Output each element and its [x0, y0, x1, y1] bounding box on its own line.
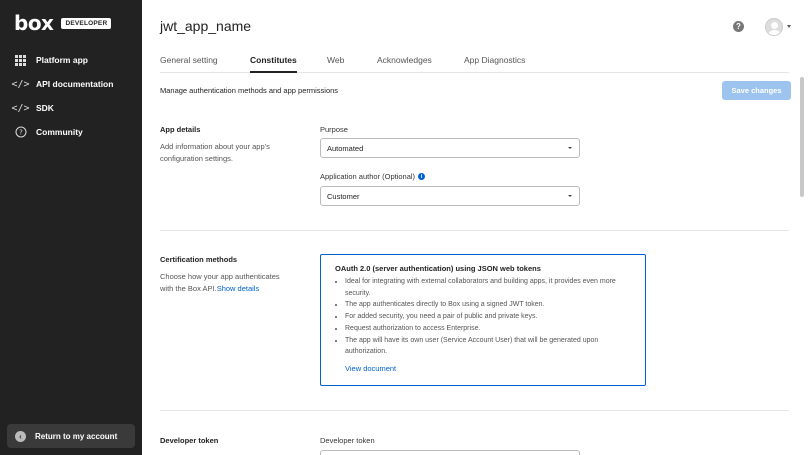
- author-value: Customer: [327, 191, 360, 201]
- divider: [160, 410, 789, 411]
- purpose-label-text: Purpose: [320, 125, 348, 134]
- author-select[interactable]: Customer: [320, 186, 580, 206]
- tab-bar: General setting Constitutes Web Acknowle…: [160, 48, 789, 73]
- sidebar-item-sdk[interactable]: </> SDK: [0, 96, 142, 120]
- sidebar: box DEVELOPER Platform app </> API docum…: [0, 0, 142, 455]
- view-document-link[interactable]: View document: [345, 364, 635, 373]
- tab-constitutes[interactable]: Constitutes: [250, 55, 297, 73]
- author-label: Application author (Optional) i: [320, 172, 426, 181]
- developer-token-title: Developer token: [160, 436, 219, 445]
- list-item: The app will have its own user (Service …: [345, 335, 635, 358]
- help-icon[interactable]: ?: [733, 21, 744, 32]
- app-details-title: App details: [160, 125, 201, 134]
- tab-web[interactable]: Web: [327, 55, 344, 73]
- avatar[interactable]: [765, 18, 783, 36]
- list-item: The app authenticates directly to Box us…: [345, 299, 635, 311]
- sidebar-item-label: Platform app: [36, 55, 88, 65]
- tab-app-diagnostics[interactable]: App Diagnostics: [464, 55, 525, 73]
- box-logo[interactable]: box: [14, 12, 54, 34]
- info-icon[interactable]: i: [418, 173, 426, 180]
- developer-token-label-text: Developer token: [320, 436, 375, 445]
- show-details-link[interactable]: Show details: [217, 284, 260, 293]
- purpose-select[interactable]: Automated: [320, 138, 580, 158]
- return-to-account-button[interactable]: ‹ Return to my account: [7, 424, 135, 448]
- grid-icon: [14, 54, 27, 67]
- svg-text:?: ?: [19, 129, 23, 137]
- list-item: Request authorization to access Enterpri…: [345, 323, 635, 335]
- page-title: jwt_app_name: [160, 18, 252, 34]
- sidebar-nav: Platform app </> API documentation </> S…: [0, 48, 142, 144]
- back-arrow-icon: ‹: [15, 430, 26, 442]
- chevron-down-icon: [568, 195, 572, 197]
- oauth-bullets: Ideal for integrating with external coll…: [335, 276, 635, 358]
- brand[interactable]: box DEVELOPER: [14, 12, 112, 34]
- chevron-down-icon[interactable]: [787, 25, 791, 28]
- page-subtitle: Manage authentication methods and app pe…: [160, 86, 339, 95]
- sidebar-item-community[interactable]: ? Community: [0, 120, 142, 144]
- sidebar-item-label: SDK: [36, 103, 54, 113]
- code-icon: </>: [11, 102, 30, 114]
- cert-methods-description: Choose how your app authenticates with t…: [160, 271, 295, 294]
- divider: [160, 230, 789, 231]
- developer-badge: DEVELOPER: [61, 17, 112, 29]
- author-label-text: Application author (Optional): [320, 172, 416, 181]
- return-label: Return to my account: [35, 431, 118, 441]
- tab-acknowledges[interactable]: Acknowledges: [377, 55, 432, 73]
- app-details-description: Add information about your app's configu…: [160, 142, 270, 163]
- sidebar-item-api-documentation[interactable]: </> API documentation: [0, 72, 142, 96]
- purpose-label: Purpose: [320, 125, 348, 134]
- list-item: For added security, you need a pair of p…: [345, 311, 635, 323]
- cert-methods-title: Certification methods: [160, 255, 238, 264]
- developer-token-label: Developer token: [320, 436, 375, 445]
- sidebar-item-platform-app[interactable]: Platform app: [0, 48, 142, 72]
- main-content: jwt_app_name ? General setting Constitut…: [142, 0, 809, 455]
- scrollbar[interactable]: [800, 77, 804, 197]
- sidebar-item-label: Community: [36, 127, 83, 137]
- sidebar-item-label: API documentation: [36, 79, 114, 89]
- developer-token-field[interactable]: [320, 450, 580, 455]
- help-circle-icon: ?: [14, 126, 27, 139]
- list-item: Ideal for integrating with external coll…: [345, 276, 635, 299]
- purpose-value: Automated: [327, 143, 364, 153]
- tab-general-setting[interactable]: General setting: [160, 55, 218, 73]
- oauth-card[interactable]: OAuth 2.0 (server authentication) using …: [320, 254, 646, 386]
- oauth-card-title: OAuth 2.0 (server authentication) using …: [335, 264, 541, 273]
- code-icon: </>: [11, 78, 30, 90]
- chevron-down-icon: [568, 147, 572, 149]
- save-changes-button[interactable]: Save changes: [722, 81, 791, 100]
